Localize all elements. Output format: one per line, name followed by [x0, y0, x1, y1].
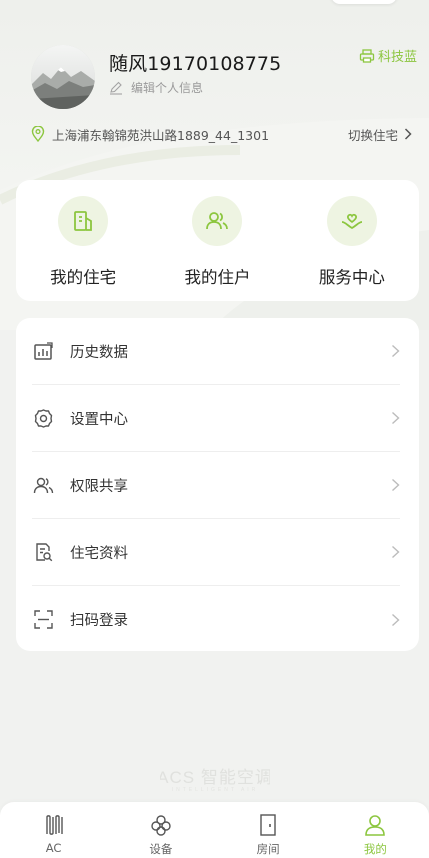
menu-item-label: 设置中心 [70, 411, 128, 428]
bottom-tab-bar: AC 设备 房间 我的 [0, 802, 429, 858]
location-pin-icon [31, 126, 45, 142]
menu-item-residence-documents[interactable]: 住宅资料 [32, 519, 400, 586]
share-users-icon [32, 474, 54, 496]
settings-gear-icon [32, 407, 54, 429]
theme-switch[interactable]: 科技蓝 [359, 46, 417, 65]
profile-icon [365, 815, 386, 836]
tab-mine[interactable]: 我的 [322, 802, 429, 858]
menu-item-scan-login[interactable]: 扫码登录 [32, 586, 400, 653]
residence-icon [58, 196, 109, 246]
switch-home-button[interactable]: 切换住宅 [348, 125, 412, 144]
profile-header: 随风19170108775 编辑个人信息 科技蓝 [31, 45, 417, 115]
edit-profile-label: 编辑个人信息 [131, 81, 204, 95]
svg-text:INTELLIGENT AIR: INTELLIGENT AIR [171, 787, 258, 792]
quick-action-label: 服务中心 [318, 268, 385, 287]
tab-label: 设备 [149, 842, 173, 856]
service-center-icon [326, 196, 377, 246]
settings-menu-card: 历史数据 设置中心 权限共享 住宅资料 扫码登录 [16, 318, 419, 651]
menu-item-label: 住宅资料 [70, 545, 128, 562]
tab-label: 房间 [256, 842, 280, 856]
quick-actions-card: 我的住宅 我的住户 服务中心 [16, 180, 419, 301]
residents-icon [192, 196, 243, 246]
ac-icon [45, 815, 63, 835]
chevron-right-icon [391, 478, 400, 492]
scan-icon [32, 609, 54, 631]
quick-action-label: 我的住宅 [50, 268, 117, 287]
menu-item-settings-center[interactable]: 设置中心 [32, 385, 400, 452]
chevron-right-icon [391, 545, 400, 559]
theme-label: 科技蓝 [377, 50, 417, 65]
address-text: 上海浦东翰锦苑洪山路1889_44_1301 [52, 127, 270, 143]
tab-label: 我的 [363, 842, 387, 856]
menu-item-label: 扫码登录 [70, 613, 128, 629]
menu-item-permission-share[interactable]: 权限共享 [32, 452, 400, 519]
address-bar: 上海浦东翰锦苑洪山路1889_44_1301 切换住宅 [31, 124, 412, 144]
printer-icon [359, 48, 375, 63]
tab-label: AC [45, 841, 62, 855]
switch-home-label: 切换住宅 [347, 127, 398, 143]
quick-action-service-center[interactable]: 服务中心 [285, 180, 419, 301]
chevron-right-icon [404, 128, 412, 140]
pencil-icon [110, 81, 122, 95]
avatar[interactable] [31, 45, 95, 109]
menu-item-label: 权限共享 [70, 478, 128, 495]
document-search-icon [32, 541, 54, 563]
door-icon [260, 814, 276, 836]
chevron-right-icon [391, 411, 400, 425]
tab-ac[interactable]: AC [0, 802, 107, 858]
tab-rooms[interactable]: 房间 [215, 802, 322, 858]
menu-item-label: 历史数据 [70, 344, 128, 361]
edit-profile-link[interactable]: 编辑个人信息 [109, 79, 203, 96]
history-chart-icon [32, 340, 54, 362]
quick-action-my-residence[interactable]: 我的住宅 [16, 180, 150, 301]
chevron-right-icon [391, 344, 400, 358]
top-pill [331, 0, 397, 4]
device-icon [151, 815, 171, 836]
user-name: 随风19170108775 [109, 53, 282, 75]
tab-devices[interactable]: 设备 [107, 802, 214, 858]
quick-action-my-residents[interactable]: 我的住户 [150, 180, 284, 301]
brand-watermark-logo: ACS 智能空调 INTELLIGENT AIR [0, 766, 429, 797]
menu-item-history-data[interactable]: 历史数据 [32, 318, 400, 385]
chevron-right-icon [391, 613, 400, 627]
quick-action-label: 我的住户 [184, 268, 251, 287]
svg-text:ACS 智能空调: ACS 智能空调 [160, 768, 270, 787]
